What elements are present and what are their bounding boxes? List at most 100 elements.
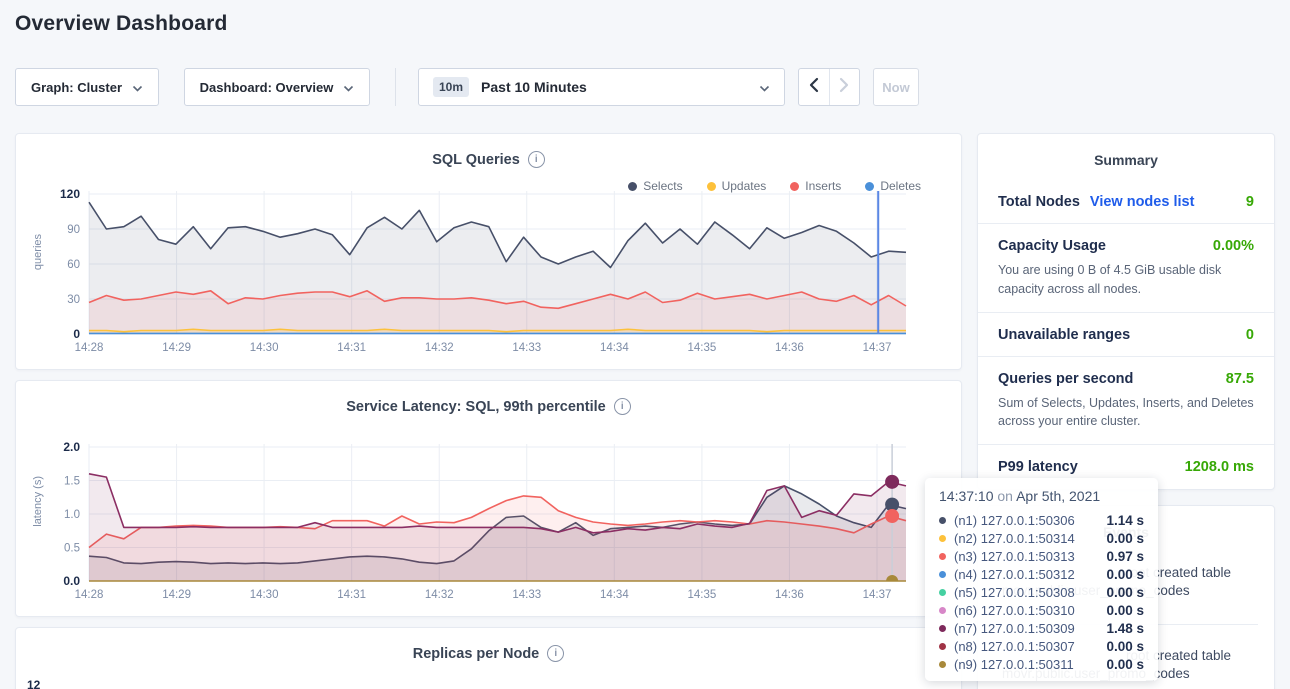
x-tick-label: 14:34	[600, 589, 629, 601]
stat-description: Sum of Selects, Updates, Inserts, and De…	[998, 394, 1254, 432]
sql-chart-title: SQL Queries	[432, 152, 520, 168]
node-latency-value: 0.00 s	[1106, 585, 1144, 600]
time-range-label: Past 10 Minutes	[481, 79, 747, 95]
y-tick-label: 1.0	[64, 509, 80, 521]
summary-stat-row: Unavailable ranges 0	[998, 327, 1254, 343]
node-color-dot	[939, 625, 946, 632]
x-tick-label: 14:28	[75, 589, 104, 601]
view-nodes-link[interactable]: View nodes list	[1090, 194, 1195, 210]
tooltip-row: (n7) 127.0.0.1:50309 1.48 s	[939, 619, 1144, 637]
x-tick-label: 14:35	[688, 342, 717, 354]
tooltip-row: (n5) 127.0.0.1:50308 0.00 s	[939, 583, 1144, 601]
x-tick-label: 14:36	[775, 589, 804, 601]
node-address: (n9) 127.0.0.1:50311	[954, 657, 1098, 672]
chevron-down-icon	[759, 79, 770, 95]
x-tick-label: 14:33	[512, 342, 541, 354]
graph-dropdown-label: Graph: Cluster	[31, 80, 122, 95]
node-address: (n3) 127.0.0.1:50313	[954, 549, 1098, 564]
y-tick-label: 0.0	[63, 574, 80, 588]
x-tick-label: 14:30	[250, 589, 279, 601]
sql-queries-card: SQL Queries i SelectsUpdatesInsertsDelet…	[15, 133, 962, 370]
summary-stat: Unavailable ranges 0	[978, 312, 1274, 356]
x-tick-label: 14:30	[250, 342, 279, 354]
stat-value: 9	[1246, 194, 1254, 210]
y-tick-label: 30	[67, 294, 80, 306]
y-tick-label: 1.5	[64, 476, 80, 488]
y-tick-label: 90	[67, 224, 80, 236]
node-color-dot	[939, 535, 946, 542]
node-address: (n5) 127.0.0.1:50308	[954, 585, 1098, 600]
chart-tooltip: 14:37:10 on Apr 5th, 2021 (n1) 127.0.0.1…	[925, 478, 1158, 681]
graph-dropdown[interactable]: Graph: Cluster	[15, 68, 159, 106]
dashboard-dropdown[interactable]: Dashboard: Overview	[184, 68, 370, 106]
x-tick-label: 14:36	[775, 342, 804, 354]
node-address: (n7) 127.0.0.1:50309	[954, 621, 1098, 636]
node-address: (n6) 127.0.0.1:50310	[954, 603, 1098, 618]
node-latency-value: 1.48 s	[1106, 621, 1144, 636]
latency-chart-title: Service Latency: SQL, 99th percentile	[346, 399, 606, 415]
stat-label: Queries per second	[998, 371, 1133, 387]
now-button[interactable]: Now	[873, 68, 919, 106]
node-color-dot	[939, 553, 946, 560]
x-tick-label: 14:29	[162, 589, 191, 601]
tooltip-row: (n6) 127.0.0.1:50310 0.00 s	[939, 601, 1144, 619]
node-latency-value: 0.00 s	[1106, 567, 1144, 582]
chevron-right-icon	[839, 77, 849, 98]
summary-stat-row: Capacity Usage 0.00%	[998, 238, 1254, 254]
summary-stat-row: P99 latency1208.0 ms	[998, 459, 1254, 475]
stat-label: Total Nodes	[998, 194, 1080, 210]
chevron-down-icon	[132, 80, 143, 95]
node-latency-value: 0.97 s	[1106, 549, 1144, 564]
x-tick-label: 14:34	[600, 342, 629, 354]
tooltip-row: (n4) 127.0.0.1:50312 0.00 s	[939, 565, 1144, 583]
stat-value: 0.00%	[1213, 238, 1254, 254]
node-color-dot	[939, 607, 946, 614]
node-color-dot	[939, 571, 946, 578]
stat-label: P99 latency	[998, 459, 1078, 475]
node-latency-value: 1.14 s	[1106, 513, 1144, 528]
replicas-per-node-card: Replicas per Node i 12	[15, 627, 962, 689]
x-tick-label: 14:29	[162, 342, 191, 354]
y-tick-label: 0	[73, 327, 80, 341]
x-tick-label: 14:32	[425, 589, 454, 601]
service-latency-chart[interactable]: 14:2814:2914:3014:3114:3214:3314:3414:35…	[16, 437, 963, 603]
summary-stat-row: Queries per second 87.5	[998, 371, 1254, 387]
stat-value: 87.5	[1226, 371, 1254, 387]
stat-label: Capacity Usage	[998, 238, 1106, 254]
time-next-button[interactable]	[829, 69, 860, 105]
x-tick-label: 14:33	[512, 589, 541, 601]
time-range-dropdown[interactable]: 10m Past 10 Minutes	[418, 68, 785, 106]
summary-stat: Total Nodes View nodes list 9	[978, 180, 1274, 223]
summary-stat: Queries per second 87.5 Sum of Selects, Up…	[978, 356, 1274, 445]
time-prev-button[interactable]	[799, 69, 829, 105]
tooltip-row: (n3) 127.0.0.1:50313 0.97 s	[939, 547, 1144, 565]
page-title: Overview Dashboard	[15, 12, 228, 36]
y-tick-label: 2.0	[63, 440, 80, 454]
time-range-badge: 10m	[433, 77, 469, 97]
node-latency-value: 0.00 s	[1106, 639, 1144, 654]
time-step-buttons	[798, 68, 860, 106]
node-latency-value: 0.00 s	[1106, 657, 1144, 672]
summary-stats: Total Nodes View nodes list 9 Capacity Usag…	[978, 180, 1274, 488]
info-icon[interactable]: i	[547, 645, 564, 662]
tooltip-row: (n9) 127.0.0.1:50311 0.00 s	[939, 655, 1144, 673]
stat-value: 0	[1246, 327, 1254, 343]
node-address: (n4) 127.0.0.1:50312	[954, 567, 1098, 582]
x-tick-label: 14:31	[337, 589, 366, 601]
summary-title: Summary	[978, 134, 1274, 168]
node-latency-value: 0.00 s	[1106, 603, 1144, 618]
x-tick-label: 14:32	[425, 342, 454, 354]
info-icon[interactable]: i	[614, 398, 631, 415]
node-address: (n8) 127.0.0.1:50307	[954, 639, 1098, 654]
info-icon[interactable]: i	[528, 151, 545, 168]
replicas-chart-title: Replicas per Node	[413, 646, 540, 662]
stat-description: You are using 0 B of 4.5 GiB usable disk…	[998, 261, 1254, 299]
toolbar-divider	[395, 68, 396, 106]
stat-label: Unavailable ranges	[998, 327, 1130, 343]
overview-dashboard-page: Overview Dashboard Graph: Cluster Dashbo…	[0, 0, 1290, 689]
sql-queries-chart[interactable]: 14:2814:2914:3014:3114:3214:3314:3414:35…	[16, 189, 963, 356]
node-color-dot	[939, 643, 946, 650]
replicas-y-tick: 12	[27, 678, 40, 689]
chevron-left-icon	[809, 77, 819, 98]
summary-stat: Capacity Usage 0.00% You are using 0 B of …	[978, 223, 1274, 312]
